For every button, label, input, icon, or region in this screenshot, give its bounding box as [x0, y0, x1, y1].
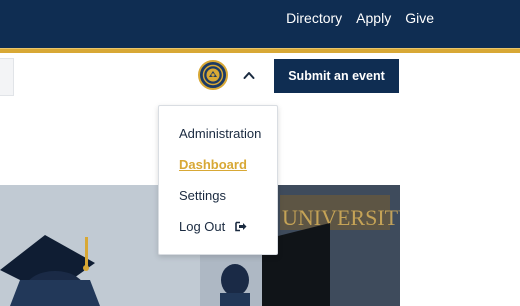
menu-item-administration[interactable]: Administration [159, 122, 277, 153]
menu-item-label: Administration [179, 126, 262, 141]
sign-out-icon [235, 221, 247, 232]
menu-item-label: Log Out [179, 219, 226, 234]
apply-link[interactable]: Apply [356, 9, 391, 27]
banner-text: UNIVERSITY OF CALIFORNIA MERCED [282, 205, 400, 230]
directory-link[interactable]: Directory [286, 9, 342, 27]
menu-item-label: Settings [179, 188, 226, 203]
menu-item-settings[interactable]: Settings [159, 184, 277, 215]
header-gold-stripe [0, 48, 520, 53]
menu-item-dashboard[interactable]: Dashboard [159, 153, 277, 184]
menu-item-label: Dashboard [179, 157, 247, 172]
user-avatar[interactable] [198, 60, 228, 90]
search-input[interactable] [0, 58, 14, 96]
menu-item-logout[interactable]: Log Out [159, 215, 277, 246]
chevron-up-icon[interactable] [243, 70, 255, 80]
utility-nav: Directory Apply Give [286, 9, 434, 27]
university-seal-icon [201, 63, 225, 87]
give-link[interactable]: Give [405, 9, 434, 27]
submit-event-button[interactable]: Submit an event [274, 59, 399, 93]
user-menu-dropdown: Administration Dashboard Settings Log Ou… [158, 105, 278, 255]
top-navigation-bar: Directory Apply Give [0, 0, 520, 48]
